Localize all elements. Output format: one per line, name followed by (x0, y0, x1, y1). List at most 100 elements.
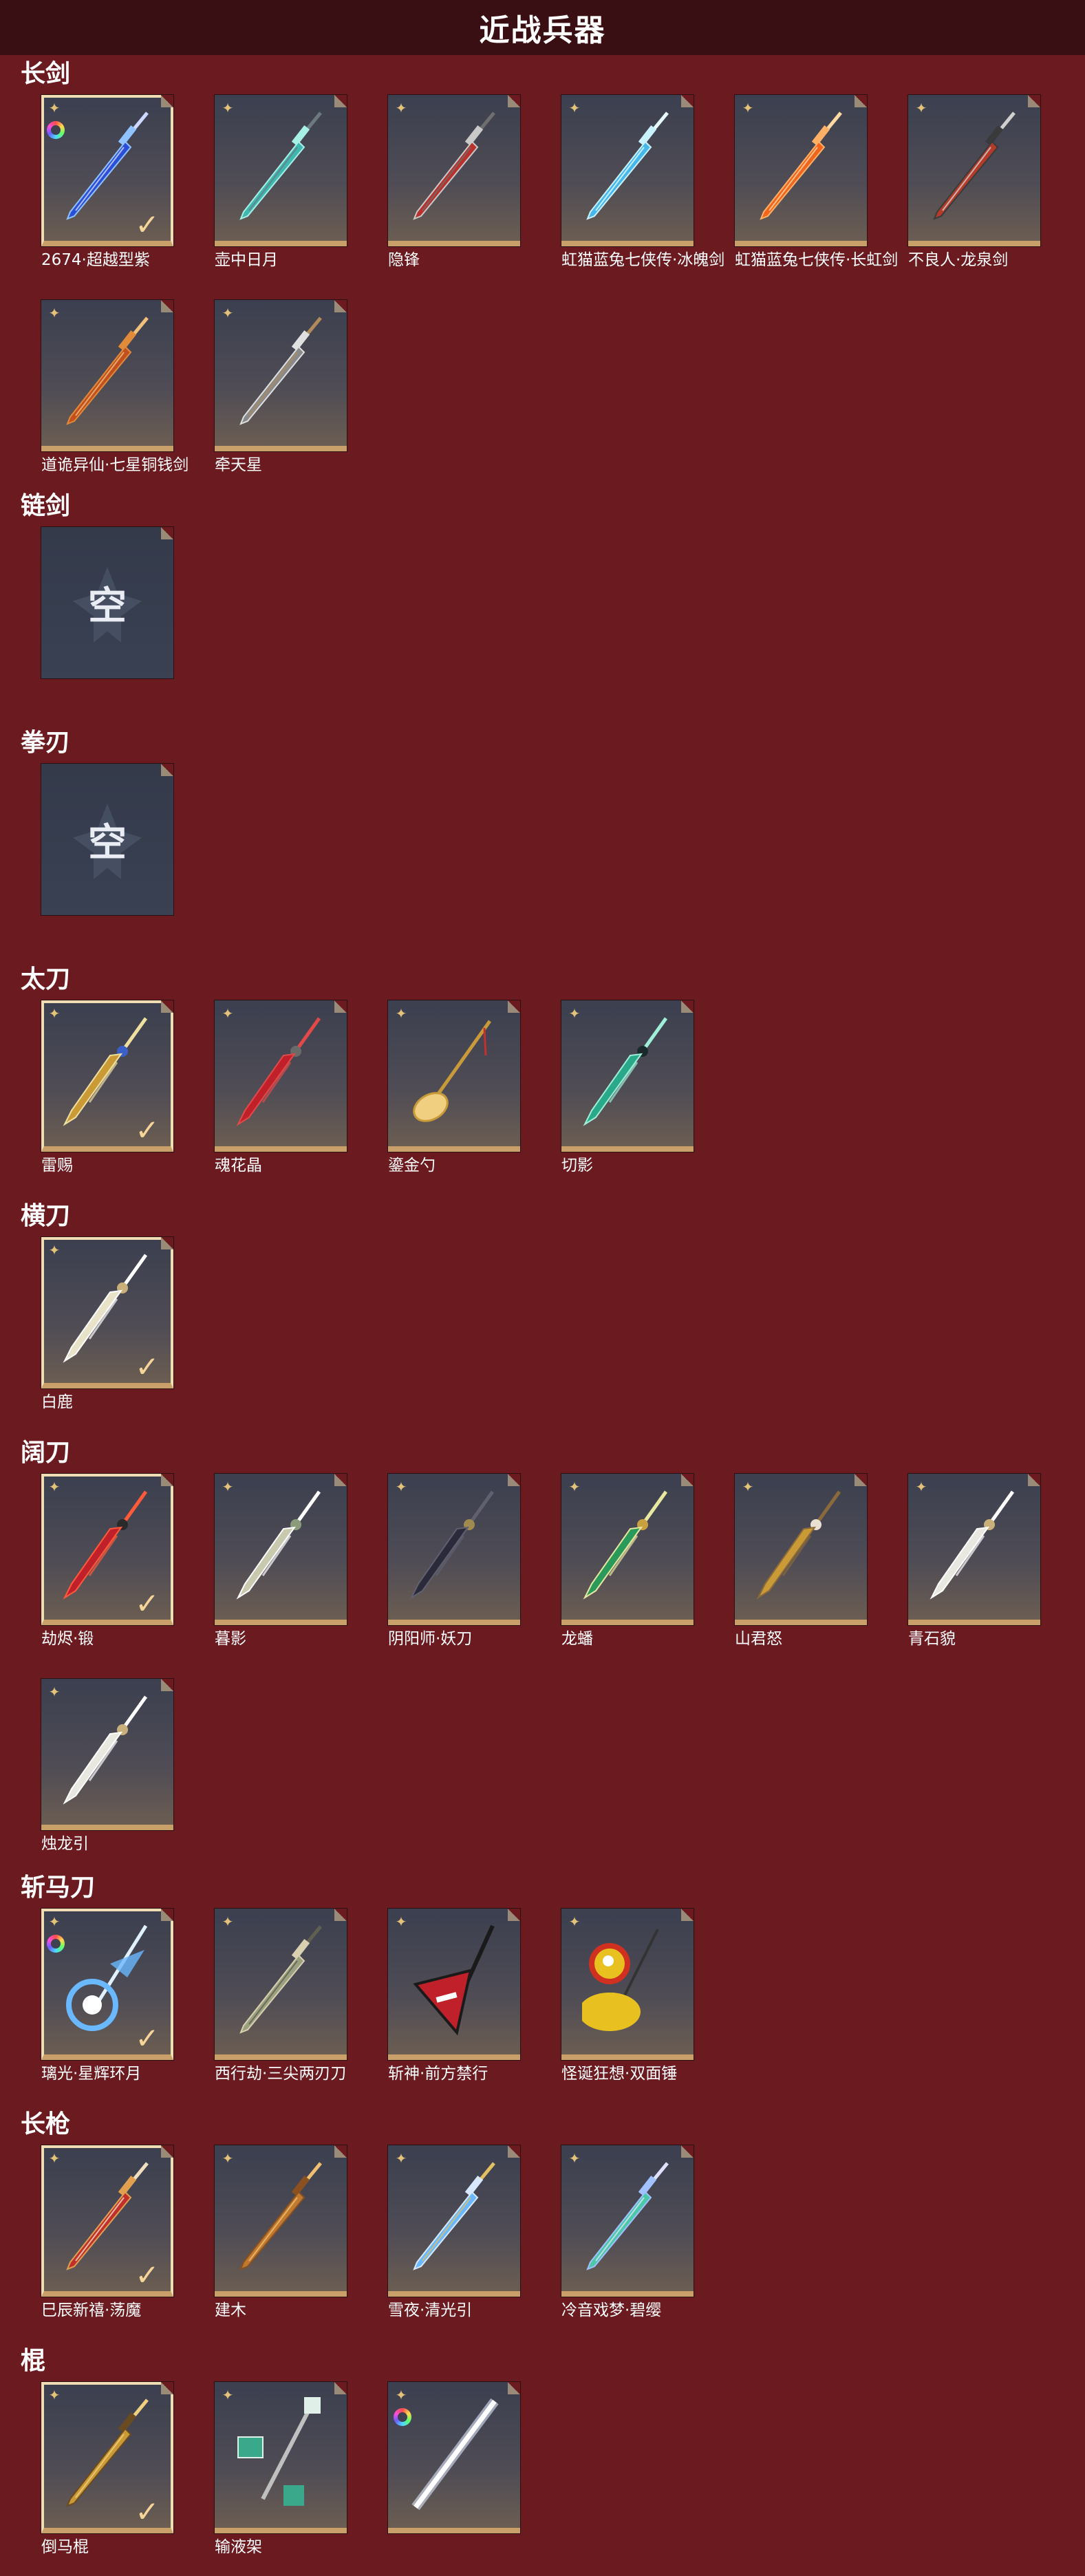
color-variant-icon (394, 2408, 411, 2426)
weapon-image (63, 1695, 148, 1805)
rarity-star-icon: ✦ (395, 2387, 407, 2403)
corner-fold (334, 2382, 347, 2394)
weapon-image (239, 1925, 322, 2034)
weapon-name: 虹猫蓝兔七侠传·冰魄剑 (561, 251, 725, 269)
weapon-card[interactable]: ✦ 壶中日月 (215, 95, 347, 269)
color-variant-icon (47, 121, 65, 139)
weapon-card[interactable]: ✦ 牵天星 (215, 300, 347, 474)
weapon-card[interactable]: ✦ 青石貌 (908, 1474, 1040, 1648)
rarity-star-icon: ✦ (395, 1005, 407, 1022)
weapon-name: 道诡异仙·七星铜钱剑 (41, 456, 189, 474)
weapon-card[interactable]: ✦ 隐锋 (388, 95, 520, 269)
page-header: 近战兵器 (0, 0, 1085, 55)
rarity-star-icon: ✦ (222, 1913, 234, 1930)
weapon-name: 壶中日月 (215, 251, 278, 269)
empty-label: 空 (88, 583, 127, 629)
weapon-image (582, 1929, 659, 2031)
weapon-card[interactable]: ✦ 冷音戏梦·碧缨 (561, 2145, 694, 2319)
weapon-card[interactable]: ✦ 龙蟠 (561, 1474, 694, 1648)
weapon-card[interactable]: ✦ 切影 (561, 1000, 694, 1174)
weapon-name: 龙蟠 (561, 1630, 593, 1648)
weapon-image (239, 316, 322, 425)
weapon-image (586, 2162, 669, 2271)
section-title: 横刀 (21, 1202, 71, 1230)
weapon-name: 虹猫蓝兔七侠传·长虹剑 (735, 251, 899, 269)
rarity-star-icon: ✦ (48, 100, 61, 116)
corner-fold (334, 2145, 347, 2158)
color-variant-icon (47, 1935, 65, 1953)
weapon-card[interactable]: ✦ 鎏金勺 (388, 1000, 520, 1174)
weapon-card[interactable]: ✦ 虹猫蓝兔七侠传·长虹剑 (735, 95, 898, 269)
weapon-name: 倒马棍 (41, 2538, 89, 2556)
corner-fold (855, 95, 867, 107)
corner-fold (508, 1000, 520, 1013)
weapon-card[interactable]: ✦ 不良人·龙泉剑 (908, 95, 1040, 269)
corner-fold (681, 1000, 694, 1013)
corner-fold (508, 2145, 520, 2158)
weapon-name: 牵天星 (215, 456, 262, 474)
rarity-star-icon: ✦ (568, 1005, 581, 1022)
rarity-star-icon: ✦ (48, 1479, 61, 1495)
empty-weapon-slot[interactable]: 空 (41, 764, 173, 919)
weapon-image (409, 1490, 495, 1600)
weapon-image (760, 111, 842, 220)
weapon-card[interactable]: ✦ 西行劫·三尖两刃刀 (215, 1909, 347, 2083)
weapon-card[interactable]: ✦ 魂花晶 (215, 1000, 347, 1174)
weapon-card[interactable]: ✦ 怪诞狂想·双面锤 (561, 1909, 694, 2083)
weapon-card[interactable]: ✦ 暮影 (215, 1474, 347, 1648)
weapon-name: 建木 (215, 2301, 246, 2319)
weapon-image (411, 2398, 499, 2511)
weapon-name: 烛龙引 (41, 1835, 89, 1853)
equipped-check-icon: ✓ (135, 1587, 160, 1620)
corner-fold (161, 1237, 173, 1249)
weapon-card[interactable]: ✦ 山君怒 (735, 1474, 867, 1648)
rarity-star-icon: ✦ (48, 2150, 61, 2167)
corner-fold (161, 1000, 173, 1013)
weapon-card[interactable]: ✦ ✓ 璃光·星辉环月 (41, 1909, 173, 2083)
weapon-card[interactable]: ✦ ✓ 劫烬·锻 (41, 1474, 173, 1648)
weapon-name: 暮影 (215, 1630, 246, 1648)
weapon-card[interactable]: ✦ 输液架 (215, 2382, 347, 2556)
weapon-name: 怪诞狂想·双面锤 (561, 2065, 678, 2083)
weapon-card[interactable]: ✦ 雪夜·清光引 (388, 2145, 520, 2319)
rarity-star-icon: ✦ (395, 1913, 407, 1930)
weapon-card[interactable]: ✦ 斩神·前方禁行 (388, 1909, 520, 2083)
empty-weapon-slot[interactable]: 空 (41, 527, 173, 682)
rarity-star-icon: ✦ (48, 305, 61, 321)
corner-fold (334, 95, 347, 107)
weapon-image (756, 1490, 841, 1600)
weapon-card[interactable]: ✦ 建木 (215, 2145, 347, 2319)
weapon-card[interactable]: ✦ 道诡异仙·七星铜钱剑 (41, 300, 189, 474)
section-title: 长枪 (21, 2110, 71, 2138)
empty-slot-placeholder: 空 (41, 764, 173, 915)
weapon-card[interactable]: ✦ (388, 2382, 520, 2537)
weapon-image (583, 1017, 668, 1126)
corner-fold (334, 300, 347, 312)
corner-fold (161, 1679, 173, 1691)
weapon-card[interactable]: ✦ ✓ 2674·超越型紫 (41, 95, 173, 269)
rarity-star-icon: ✦ (48, 1005, 61, 1022)
weapon-card[interactable]: ✦ 虹猫蓝兔七侠传·冰魄剑 (561, 95, 724, 269)
rarity-star-icon: ✦ (222, 2150, 234, 2167)
weapon-card[interactable]: ✦ 阴阳师·妖刀 (388, 1474, 520, 1648)
corner-fold (681, 1909, 694, 1921)
corner-fold (681, 1474, 694, 1486)
equipped-check-icon: ✓ (135, 1113, 160, 1147)
rarity-star-icon: ✦ (222, 2387, 234, 2403)
weapon-card[interactable]: ✦ ✓ 倒马棍 (41, 2382, 173, 2556)
rarity-star-icon: ✦ (222, 1479, 234, 1495)
section-title: 拳刃 (21, 729, 71, 757)
weapon-card[interactable]: ✦ ✓ 雷赐 (41, 1000, 173, 1174)
weapon-card[interactable]: ✦ ✓ 巳辰新禧·荡魔 (41, 2145, 173, 2319)
weapon-name: 巳辰新禧·荡魔 (41, 2301, 142, 2319)
weapon-image (930, 1490, 1015, 1600)
section-title: 棍 (21, 2347, 46, 2375)
rarity-star-icon: ✦ (568, 100, 581, 116)
weapon-name: 西行劫·三尖两刃刀 (215, 2065, 347, 2083)
weapon-card[interactable]: ✦ ✓ 白鹿 (41, 1237, 173, 1411)
section-title: 长剑 (21, 60, 71, 88)
weapon-image (583, 1490, 668, 1600)
rarity-star-icon: ✦ (568, 2150, 581, 2167)
weapon-card[interactable]: ✦ 烛龙引 (41, 1679, 173, 1853)
weapon-image (586, 111, 669, 220)
